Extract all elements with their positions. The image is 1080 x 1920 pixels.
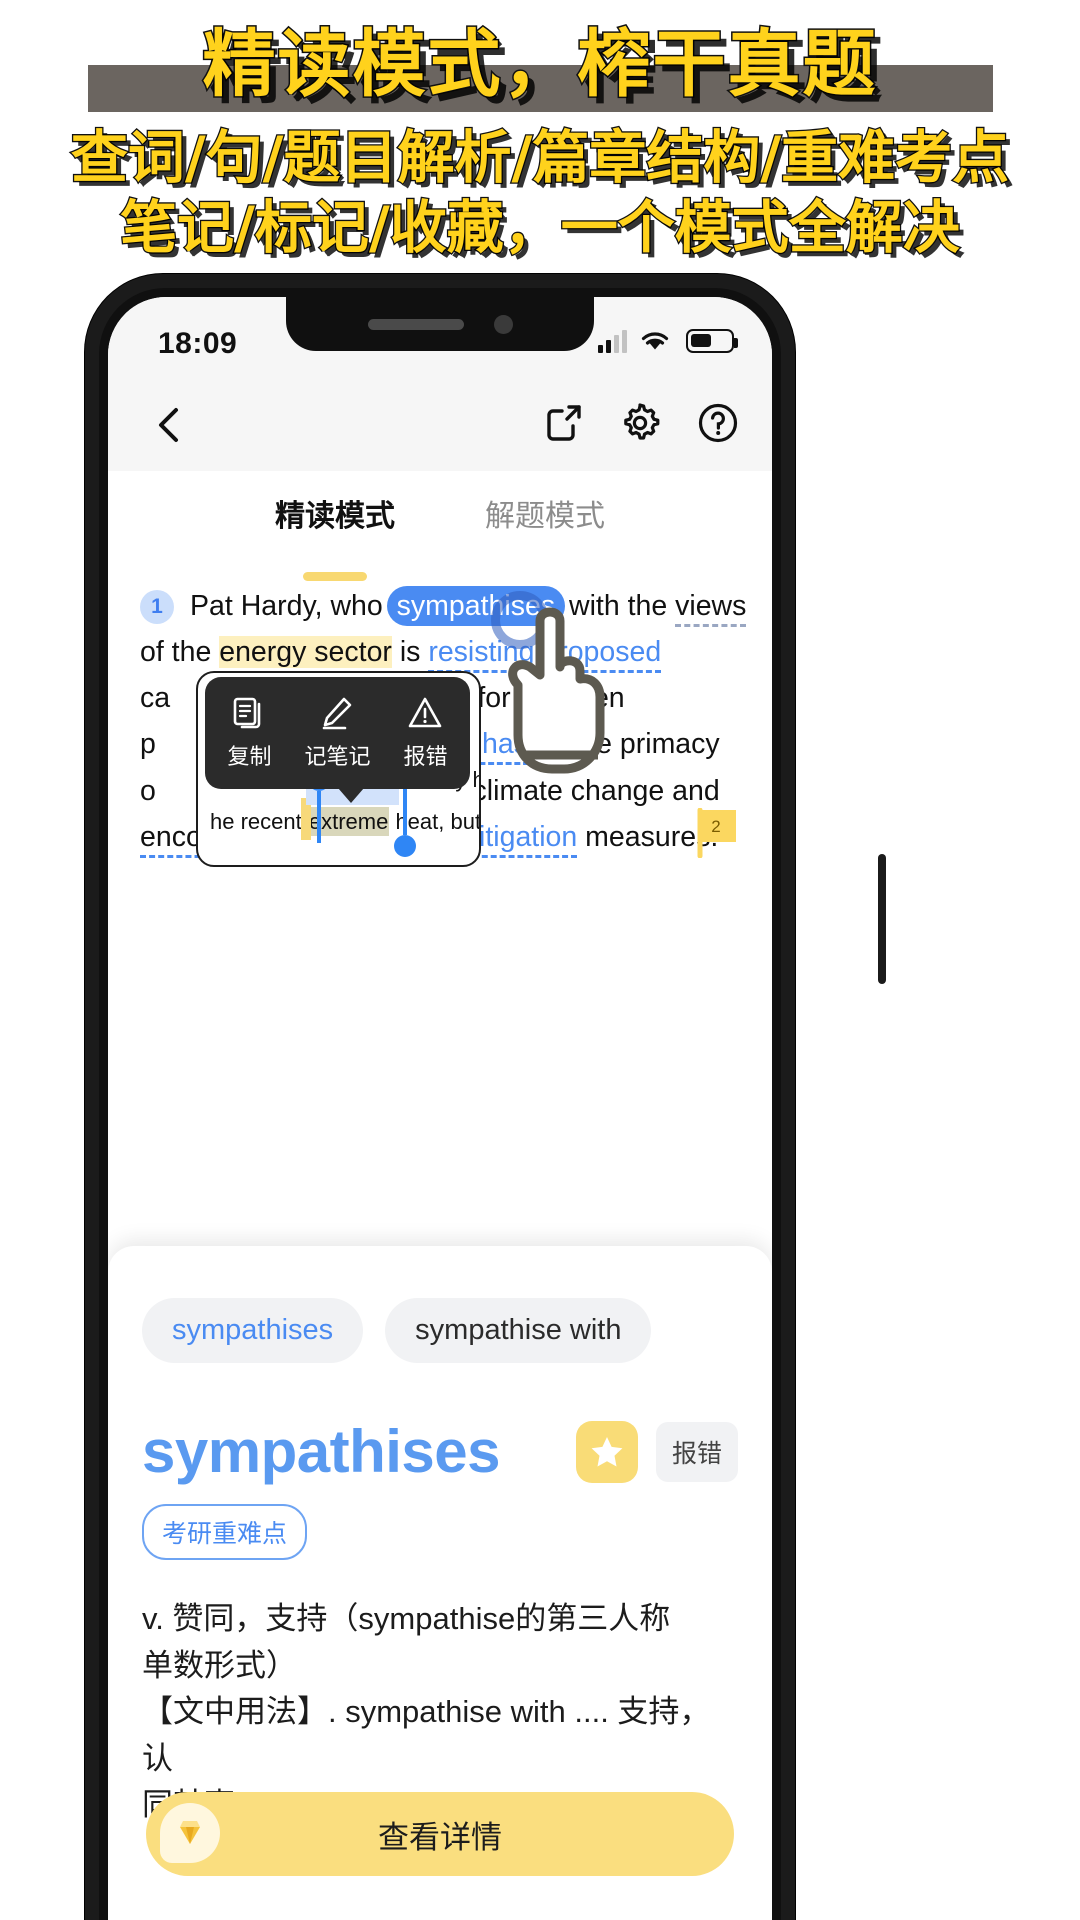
gear-icon	[624, 403, 660, 440]
promo-title: 精读模式，榨干真题	[201, 21, 878, 109]
diamond-badge-icon	[160, 1803, 220, 1863]
dictionary-sheet: sympathises sympathise with sympathises …	[108, 1246, 772, 1920]
battery-icon	[686, 329, 738, 353]
passage-text: of the	[140, 636, 220, 669]
definition-line: v. 赞同，支持（sympathise的第三人称	[142, 1601, 671, 1636]
earpiece-speaker	[368, 319, 464, 330]
passage-text: is	[391, 636, 429, 669]
word-headword: sympathises	[142, 1418, 501, 1485]
passage-text: ca	[140, 682, 171, 715]
nav-action-group	[540, 399, 742, 447]
view-details-button[interactable]: 查看详情	[146, 1792, 734, 1876]
app-nav-bar	[108, 379, 772, 471]
selection-text: he recent	[210, 808, 308, 834]
passage-line-2: of the energy sector is resisting propos…	[140, 629, 740, 675]
context-menu-item-report[interactable]: 报错	[403, 695, 448, 771]
selection-line-2: he recent extreme heat, but t	[198, 801, 479, 843]
mode-tabs: 精读模式 解题模式	[108, 471, 772, 563]
phone-frame: 18:09 精读模式 解题模式 1 Pat Hardy, who sympath…	[85, 274, 886, 1920]
context-menu-item-note[interactable]: 记笔记	[304, 695, 371, 771]
power-button[interactable]	[878, 854, 886, 984]
share-icon	[547, 405, 581, 441]
wifi-icon	[641, 332, 669, 350]
context-menu-label: 记笔记	[304, 744, 371, 769]
definition-line: 单数形式）	[142, 1647, 297, 1683]
svg-text:2: 2	[711, 817, 720, 836]
annotated-word-views[interactable]: views	[675, 590, 747, 627]
phone-screen: 18:09 精读模式 解题模式 1 Pat Hardy, who sympath…	[108, 297, 772, 1920]
paragraph-marker[interactable]: 1	[140, 590, 174, 625]
highlighted-phrase[interactable]: energy sector	[219, 636, 392, 669]
favorite-button[interactable]	[575, 1420, 638, 1483]
front-camera	[494, 315, 513, 334]
hand-cursor-icon	[488, 593, 616, 798]
word-action-group: 报错	[575, 1420, 738, 1483]
exam-difficulty-tag: 考研重难点	[142, 1504, 308, 1560]
passage-text: p	[140, 728, 156, 761]
context-menu-label: 复制	[227, 744, 272, 769]
star-icon	[591, 1436, 623, 1466]
selection-handle-right[interactable]	[394, 785, 416, 857]
passage-line-1: 1 Pat Hardy, who sympathises with the vie…	[140, 583, 747, 629]
settings-button[interactable]	[616, 399, 664, 447]
help-button[interactable]	[694, 399, 742, 447]
passage-text: Pat Hardy, who	[190, 590, 391, 622]
status-indicators	[598, 328, 738, 353]
definition-line: 【文中用法】. sympathise with .... 支持，认	[142, 1694, 711, 1776]
back-button[interactable]	[146, 401, 194, 449]
share-button[interactable]	[540, 400, 586, 446]
warning-triangle-icon	[409, 697, 442, 728]
word-variant-chips: sympathises sympathise with	[142, 1246, 738, 1363]
promo-banner: 精读模式，榨干真题 查词/句/题目解析/篇章结构/重难考点 笔记/标记/收藏，一…	[0, 0, 1080, 268]
word-header-row: sympathises 报错	[142, 1417, 738, 1486]
question-circle-icon	[698, 403, 738, 443]
passage-text: o	[140, 774, 156, 807]
context-menu-label: 报错	[403, 744, 448, 769]
cellular-signal-icon	[598, 329, 627, 353]
report-error-button[interactable]: 报错	[655, 1421, 738, 1482]
copy-icon	[234, 697, 261, 729]
promo-subtitle-line-2: 笔记/标记/收藏，一个模式全解决	[119, 194, 961, 263]
chip-sympathise-with[interactable]: sympathise with	[385, 1298, 652, 1363]
text-context-menu: 复制 记笔记 报错	[205, 677, 470, 803]
phone-bezel: 18:09 精读模式 解题模式 1 Pat Hardy, who sympath…	[99, 288, 781, 1920]
tab-intensive-reading[interactable]: 精读模式	[273, 487, 397, 563]
tab-problem-solving[interactable]: 解题模式	[483, 487, 607, 563]
bookmark-flag-icon[interactable]: 2	[696, 807, 740, 859]
phone-notch	[286, 297, 594, 351]
status-time: 18:09	[158, 327, 238, 360]
chip-sympathises[interactable]: sympathises	[142, 1298, 364, 1363]
view-details-label: 查看详情	[378, 1819, 502, 1855]
pencil-icon	[323, 697, 352, 730]
chevron-left-icon	[159, 408, 178, 442]
context-menu-item-copy[interactable]: 复制	[227, 695, 272, 771]
